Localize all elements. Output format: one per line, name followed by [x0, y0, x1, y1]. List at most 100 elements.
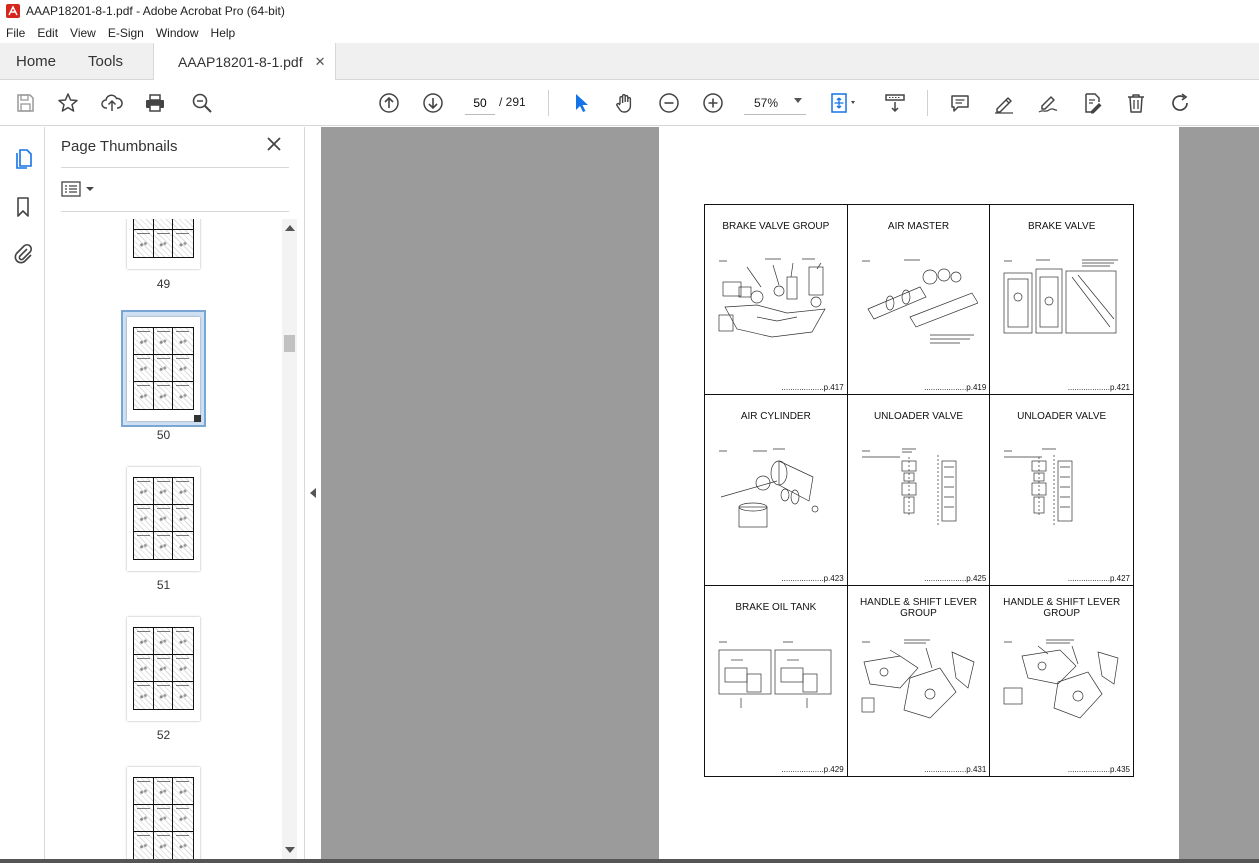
- page-thumbnails-icon[interactable]: [11, 147, 35, 171]
- save-icon[interactable]: [12, 90, 38, 116]
- index-cell[interactable]: HANDLE & SHIFT LEVER GROUP .............…: [990, 586, 1133, 776]
- zoom-value: 57%: [754, 95, 779, 110]
- tab-bar: Home Tools AAAP18201-8-1.pdf ✕: [0, 43, 1259, 81]
- exploded-diagram: [719, 448, 819, 528]
- index-cell[interactable]: BRAKE VALVE ...................p.421: [990, 205, 1133, 396]
- attachments-icon[interactable]: [11, 241, 35, 265]
- page-reference: ...................p.431: [924, 764, 987, 774]
- rotate-icon[interactable]: [1167, 90, 1193, 116]
- tab-home[interactable]: Home: [0, 43, 72, 79]
- menu-edit[interactable]: Edit: [31, 26, 64, 40]
- menu-bar: File Edit View E-Sign Window Help: [0, 22, 1259, 43]
- next-page-icon[interactable]: [420, 90, 446, 116]
- pdf-page: BRAKE VALVE GROUP ...................p.4…: [659, 127, 1179, 863]
- thumbnail-preview: [133, 627, 194, 710]
- cell-title: BRAKE OIL TANK: [735, 601, 817, 613]
- zoom-out-icon[interactable]: [656, 90, 682, 116]
- page-reference: ...................p.427: [1067, 573, 1130, 583]
- scroll-down-icon[interactable]: [285, 847, 295, 853]
- thumbnail-page-50[interactable]: [127, 317, 201, 422]
- panel-collapse-strip[interactable]: [304, 127, 321, 863]
- close-tab-icon[interactable]: ✕: [315, 54, 326, 70]
- window-title: AAAP18201-8-1.pdf - Adobe Acrobat Pro (6…: [26, 4, 285, 18]
- menu-file[interactable]: File: [0, 26, 31, 40]
- thumbnail-page-51[interactable]: [127, 467, 200, 571]
- cell-title: UNLOADER VALVE: [1017, 411, 1107, 423]
- window-bottom-edge: [0, 859, 1259, 863]
- page-reference: ...................p.421: [1067, 383, 1130, 393]
- thumbnail-scrollbar[interactable]: [282, 219, 297, 859]
- close-icon[interactable]: [265, 135, 283, 153]
- thumbnail-preview: [133, 477, 194, 560]
- thumbnail-options-button[interactable]: [61, 180, 99, 198]
- cell-title: AIR MASTER: [887, 221, 950, 232]
- select-cursor-icon[interactable]: [568, 90, 594, 116]
- zoom-select[interactable]: 57%: [744, 91, 806, 115]
- index-cell[interactable]: BRAKE OIL TANK ...................p.429: [705, 585, 848, 776]
- fit-page-icon[interactable]: [827, 90, 863, 116]
- edit-pdf-icon[interactable]: [1079, 90, 1105, 116]
- exploded-diagram: [1003, 259, 1119, 334]
- page-total: / 291: [499, 95, 526, 109]
- panel-title: Page Thumbnails: [61, 138, 178, 155]
- toolbar-divider: [927, 90, 928, 116]
- bookmark-star-icon[interactable]: [55, 90, 81, 116]
- collapse-arrow-icon[interactable]: [310, 488, 316, 498]
- parts-index-grid: BRAKE VALVE GROUP ...................p.4…: [704, 204, 1134, 777]
- bookmarks-icon[interactable]: [11, 195, 35, 219]
- page-reference: ...................p.425: [924, 573, 987, 583]
- exploded-diagram: [861, 448, 957, 526]
- page-reference: ...................p.419: [924, 383, 987, 393]
- thumbnail-page-52[interactable]: [127, 617, 200, 721]
- delete-icon[interactable]: [1123, 90, 1149, 116]
- thumbnail-label: 51: [156, 578, 171, 592]
- thumbnail-label: 52: [156, 728, 171, 742]
- sign-icon[interactable]: [1035, 90, 1061, 116]
- tab-document[interactable]: AAAP18201-8-1.pdf ✕: [153, 43, 337, 81]
- page-view-marker: [194, 415, 201, 422]
- highlight-pen-icon[interactable]: [991, 90, 1017, 116]
- page-reference: ...................p.417: [781, 383, 844, 393]
- panel-divider: [61, 211, 289, 212]
- thumbnail-label: 50: [156, 428, 171, 442]
- menu-help[interactable]: Help: [205, 26, 242, 40]
- panel-divider: [61, 167, 289, 168]
- index-cell[interactable]: AIR CYLINDER ...................p.423: [705, 395, 848, 586]
- thumbnail-preview: [133, 777, 194, 859]
- title-bar: AAAP18201-8-1.pdf - Adobe Acrobat Pro (6…: [0, 0, 1259, 22]
- cell-title: AIR CYLINDER: [740, 411, 811, 423]
- print-icon[interactable]: [142, 90, 168, 116]
- exploded-diagram: [718, 258, 826, 338]
- upload-icon[interactable]: [99, 90, 125, 116]
- index-cell[interactable]: UNLOADER VALVE ...................p.427: [990, 395, 1133, 586]
- scrollbar-thumb[interactable]: [284, 335, 295, 352]
- menu-view[interactable]: View: [64, 26, 102, 40]
- index-cell[interactable]: BRAKE VALVE GROUP ...................p.4…: [705, 205, 848, 396]
- exploded-diagram: [861, 639, 975, 719]
- exploded-diagram: [861, 259, 978, 344]
- zoom-in-icon[interactable]: [700, 90, 726, 116]
- scroll-up-icon[interactable]: [285, 225, 295, 231]
- index-cell[interactable]: UNLOADER VALVE ...................p.425: [847, 395, 991, 586]
- menu-esign[interactable]: E-Sign: [102, 26, 150, 40]
- scroll-mode-icon[interactable]: [882, 90, 908, 116]
- document-tab-label: AAAP18201-8-1.pdf: [178, 54, 303, 70]
- index-cell[interactable]: HANDLE & SHIFT LEVER GROUP .............…: [848, 585, 991, 776]
- prev-page-icon[interactable]: [376, 90, 402, 116]
- list-options-icon: [61, 181, 81, 197]
- thumbnail-list: 49 50 51 52: [45, 219, 304, 859]
- thumbnail-page-next[interactable]: [127, 767, 200, 859]
- page-number-input[interactable]: [465, 91, 495, 115]
- toolbar-divider: [548, 90, 549, 116]
- hand-icon[interactable]: [612, 90, 638, 116]
- menu-window[interactable]: Window: [150, 26, 205, 40]
- thumbnail-page-49[interactable]: [127, 219, 200, 269]
- document-view[interactable]: BRAKE VALVE GROUP ...................p.4…: [321, 127, 1259, 863]
- main-toolbar: / 291 57%: [0, 80, 1259, 126]
- comment-icon[interactable]: [947, 90, 973, 116]
- index-cell[interactable]: AIR MASTER ...................p.419: [847, 205, 991, 396]
- page-reference: ...................p.423: [781, 573, 844, 583]
- thumbnail-preview: [133, 219, 194, 258]
- zoom-search-icon[interactable]: [189, 90, 215, 116]
- tab-tools[interactable]: Tools: [72, 43, 139, 79]
